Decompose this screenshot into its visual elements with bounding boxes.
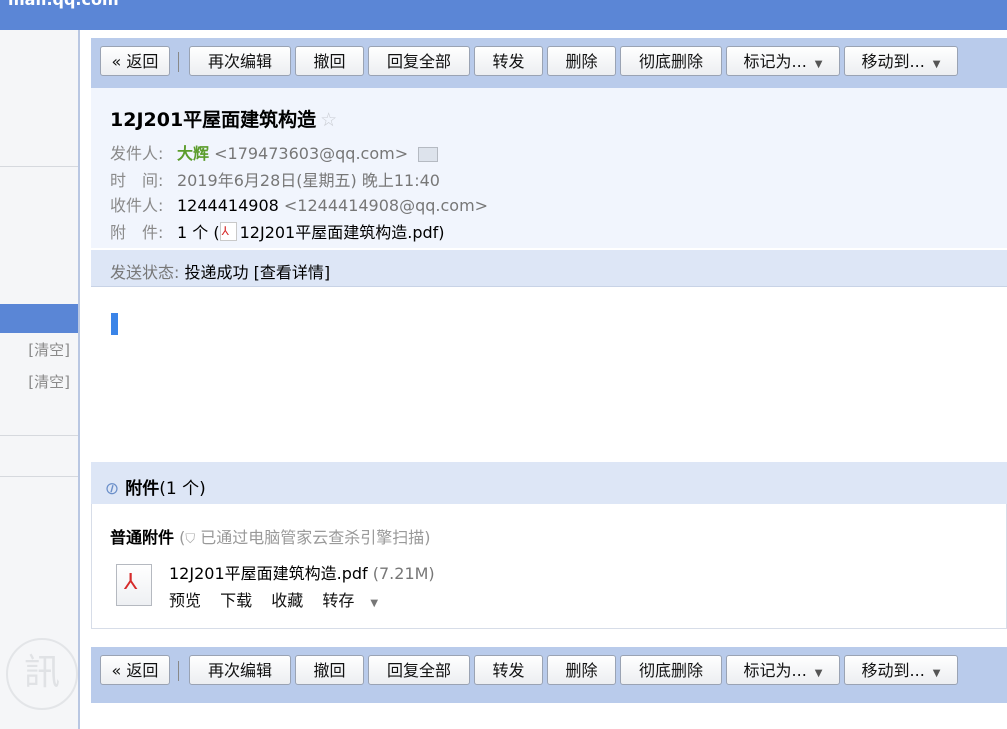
move-to-button[interactable]: 移动到... ▼ xyxy=(844,46,958,76)
star-icon[interactable]: ☆ xyxy=(320,109,337,131)
top-bar-text: mail.qq.com xyxy=(8,0,119,9)
mark-as-label: 标记为... xyxy=(743,661,807,680)
delete-permanently-button[interactable]: 彻底删除 xyxy=(620,655,722,685)
attachments-title-text: 附件 xyxy=(125,479,160,499)
mail-read-pane: « 返回 再次编辑 撤回 回复全部 转发 删除 彻底删除 标记为... ▼ 移动到… xyxy=(91,30,1007,729)
attachments-header: ⊘ 附件(1 个) xyxy=(91,462,1007,504)
reply-all-button[interactable]: 回复全部 xyxy=(368,655,470,685)
recall-button[interactable]: 撤回 xyxy=(295,655,364,685)
toolbar-separator xyxy=(178,661,179,681)
clear-link-2[interactable]: [清空] xyxy=(28,371,70,392)
move-to-label: 移动到... xyxy=(861,661,925,680)
attachments-title: ⊘ 附件(1 个) xyxy=(101,474,206,501)
attachment-file-size: (7.21M) xyxy=(372,564,435,583)
chevron-down-icon: ▼ xyxy=(370,598,379,609)
recall-button[interactable]: 撤回 xyxy=(295,46,364,76)
pdf-icon: ⅄ xyxy=(219,222,237,241)
attach-label: 附 件: xyxy=(110,223,164,242)
download-link[interactable]: 下载 xyxy=(220,591,252,610)
sender-email: <179473603@qq.com> xyxy=(214,144,409,163)
mark-as-label: 标记为... xyxy=(743,52,807,71)
sidebar-divider xyxy=(0,435,78,436)
attach-file-link[interactable]: 12J201平屋面建筑构造.pdf xyxy=(240,223,439,242)
time-value: 2019年6月28日(星期五) 晚上11:40 xyxy=(177,171,440,190)
logo-icon: 訊 xyxy=(6,638,78,710)
reply-all-button[interactable]: 回复全部 xyxy=(368,46,470,76)
save-to-link[interactable]: 转存 ▼ xyxy=(322,591,392,610)
attach-count: 1 个 ( xyxy=(177,223,220,242)
edit-again-button[interactable]: 再次编辑 xyxy=(189,46,291,76)
subject-text: 12J201平屋面建筑构造 xyxy=(110,109,317,131)
time-label: 时 间: xyxy=(110,171,164,190)
mail-header: 12J201平屋面建筑构造 ☆ 发件人: 大辉 <179473603@qq.com>… xyxy=(91,88,1007,287)
sender-row: 发件人: 大辉 <179473603@qq.com> xyxy=(110,140,439,164)
toolbar-top: « 返回 再次编辑 撤回 回复全部 转发 删除 彻底删除 标记为... ▼ 移动到… xyxy=(91,38,1007,94)
toolbar-bottom: « 返回 再次编辑 撤回 回复全部 转发 删除 彻底删除 标记为... ▼ 移动到… xyxy=(91,647,1007,703)
back-button[interactable]: « 返回 xyxy=(100,655,170,685)
attachments-count: (1 个) xyxy=(159,479,206,499)
status-label: 发送状态: xyxy=(110,263,180,282)
contact-card-icon[interactable] xyxy=(418,147,439,162)
chevron-down-icon: ▼ xyxy=(932,668,941,679)
recipient-name[interactable]: 1244414908 xyxy=(177,196,279,215)
back-button[interactable]: « 返回 xyxy=(100,46,170,76)
move-to-button[interactable]: 移动到... ▼ xyxy=(844,655,958,685)
normal-attachments-label: 普通附件 (⛉ 已通过电脑管家云查杀引擎扫描) xyxy=(110,524,430,548)
status-value: 投递成功 xyxy=(184,263,249,282)
sidebar-divider xyxy=(0,476,78,477)
attachment-file-name[interactable]: 12J201平屋面建筑构造.pdf xyxy=(169,564,368,583)
scan-note: (⛉ 已通过电脑管家云查杀引擎扫描) xyxy=(179,528,431,547)
chevron-down-icon: ▼ xyxy=(814,668,823,679)
sidebar: [清空] [清空] 訊 xyxy=(0,30,80,729)
toolbar-separator xyxy=(178,52,179,72)
forward-button[interactable]: 转发 xyxy=(474,655,543,685)
mail-subject: 12J201平屋面建筑构造 ☆ xyxy=(110,105,337,132)
sender-label: 发件人: xyxy=(110,144,164,163)
normal-label: 普通附件 xyxy=(110,528,175,547)
status-detail-link[interactable]: [查看详情] xyxy=(254,263,331,282)
preview-link[interactable]: 预览 xyxy=(169,591,201,610)
scan-note-text: 已通过电脑管家云查杀引擎扫描 xyxy=(200,528,425,547)
attach-close: ) xyxy=(438,223,445,242)
move-to-label: 移动到... xyxy=(861,52,925,71)
paperclip-icon: ⊘ xyxy=(100,476,124,502)
forward-button[interactable]: 转发 xyxy=(474,46,543,76)
delete-button[interactable]: 删除 xyxy=(547,46,616,76)
delivery-status-bar: 发送状态: 投递成功 [查看详情] xyxy=(91,250,1007,287)
sidebar-divider xyxy=(0,166,78,167)
favorite-link[interactable]: 收藏 xyxy=(271,591,303,610)
recipient-label: 收件人: xyxy=(110,196,164,215)
delete-button[interactable]: 删除 xyxy=(547,655,616,685)
edit-again-button[interactable]: 再次编辑 xyxy=(189,655,291,685)
save-to-label: 转存 xyxy=(322,591,355,610)
text-cursor xyxy=(111,313,118,335)
clear-link-1[interactable]: [清空] xyxy=(28,339,70,360)
mark-as-button[interactable]: 标记为... ▼ xyxy=(726,655,840,685)
delivery-status: 发送状态: 投递成功 [查看详情] xyxy=(110,259,330,283)
chevron-down-icon: ▼ xyxy=(932,59,941,70)
delete-permanently-button[interactable]: 彻底删除 xyxy=(620,46,722,76)
sidebar-item-selected[interactable] xyxy=(0,304,78,333)
attachment-row: 附 件: 1 个 (⅄ 12J201平屋面建筑构造.pdf) xyxy=(110,219,445,243)
chevron-down-icon: ▼ xyxy=(814,59,823,70)
attachment-actions: 预览 下载 收藏 转存 ▼ xyxy=(169,587,406,611)
time-row: 时 间: 2019年6月28日(星期五) 晚上11:40 xyxy=(110,167,440,191)
mark-as-button[interactable]: 标记为... ▼ xyxy=(726,46,840,76)
top-bar: mail.qq.com xyxy=(0,0,1007,30)
pdf-file-icon[interactable]: ⅄ xyxy=(116,564,152,606)
shield-icon: ⛉ xyxy=(185,532,196,547)
attachment-file: 12J201平屋面建筑构造.pdf (7.21M) xyxy=(169,560,435,584)
sender-name[interactable]: 大辉 xyxy=(177,144,209,163)
attachments-body: 普通附件 (⛉ 已通过电脑管家云查杀引擎扫描) ⅄ 12J201平屋面建筑构造.… xyxy=(91,504,1007,629)
recipient-row: 收件人: 1244414908 <1244414908@qq.com> xyxy=(110,192,488,216)
recipient-email: <1244414908@qq.com> xyxy=(283,196,489,215)
